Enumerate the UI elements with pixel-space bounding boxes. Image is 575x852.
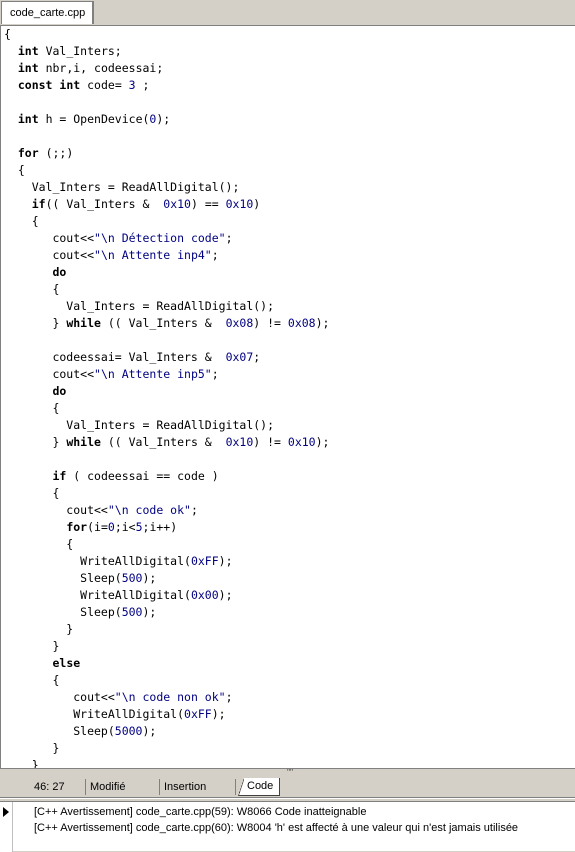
code-line[interactable]: for (;;)	[4, 145, 329, 162]
code-line[interactable]: ​	[4, 451, 329, 468]
code-line[interactable]: const int code= 3 ;	[4, 77, 329, 94]
code-line[interactable]: cout<<"\n Détection code";	[4, 230, 329, 247]
code-line[interactable]: {	[4, 536, 329, 553]
code-line[interactable]: Val_Inters = ReadAllDigital();	[4, 298, 329, 315]
status-bar: 46: 27 Modifié Insertion Code	[0, 777, 575, 798]
code-line[interactable]: int Val_Inters;	[4, 43, 329, 60]
code-line[interactable]: {	[4, 26, 329, 43]
code-line[interactable]: }	[4, 638, 329, 655]
tab-code-view[interactable]: Code	[238, 778, 281, 796]
code-line[interactable]: for(i=0;i<5;i++)	[4, 519, 329, 536]
code-line[interactable]: WriteAllDigital(0xFF);	[4, 706, 329, 723]
code-line[interactable]: codeessai= Val_Inters & 0x07;	[4, 349, 329, 366]
tab-separator	[92, 2, 93, 24]
code-line[interactable]: Sleep(500);	[4, 604, 329, 621]
code-line[interactable]: WriteAllDigital(0xFF);	[4, 553, 329, 570]
code-text[interactable]: { int Val_Inters; int nbr,i, codeessai; …	[4, 26, 329, 768]
code-line[interactable]: ​	[4, 332, 329, 349]
code-line[interactable]: {	[4, 281, 329, 298]
code-line[interactable]: {	[4, 213, 329, 230]
code-line[interactable]: WriteAllDigital(0x00);	[4, 587, 329, 604]
code-line[interactable]: int h = OpenDevice(0);	[4, 111, 329, 128]
code-line[interactable]: cout<<"\n code ok";	[4, 502, 329, 519]
code-line[interactable]: {	[4, 485, 329, 502]
code-line[interactable]: }	[4, 757, 329, 768]
tab-code-carte-cpp[interactable]: code_carte.cpp	[1, 1, 95, 24]
insert-mode-indicator: Insertion	[160, 779, 236, 795]
code-line[interactable]: do	[4, 383, 329, 400]
code-line[interactable]: {	[4, 162, 329, 179]
code-line[interactable]: ​	[4, 128, 329, 145]
message-item[interactable]: [C++ Avertissement] code_carte.cpp(59): …	[34, 805, 366, 819]
messages-gutter	[0, 802, 13, 852]
code-line[interactable]: Val_Inters = ReadAllDigital();	[4, 179, 329, 196]
code-line[interactable]: Val_Inters = ReadAllDigital();	[4, 417, 329, 434]
splitter-grip-icon[interactable]: ''''	[287, 769, 293, 777]
code-line[interactable]: } while (( Val_Inters & 0x10) != 0x10);	[4, 434, 329, 451]
code-line[interactable]: {	[4, 400, 329, 417]
code-line[interactable]: int nbr,i, codeessai;	[4, 60, 329, 77]
code-line[interactable]: Sleep(5000);	[4, 723, 329, 740]
code-line[interactable]: ​	[4, 94, 329, 111]
current-message-arrow-icon	[3, 807, 9, 817]
code-line[interactable]: cout<<"\n code non ok";	[4, 689, 329, 706]
code-editor[interactable]: { int Val_Inters; int nbr,i, codeessai; …	[0, 26, 575, 768]
code-line[interactable]: do	[4, 264, 329, 281]
cursor-position: 46: 27	[0, 779, 86, 795]
code-line[interactable]: cout<<"\n Attente inp5";	[4, 366, 329, 383]
code-line[interactable]: }	[4, 740, 329, 757]
code-line[interactable]: }	[4, 621, 329, 638]
editor-tab-bar: code_carte.cpp	[0, 0, 575, 26]
messages-pane[interactable]: [C++ Avertissement] code_carte.cpp(59): …	[0, 801, 575, 852]
code-line[interactable]: cout<<"\n Attente inp4";	[4, 247, 329, 264]
modified-indicator: Modifié	[86, 779, 160, 795]
message-item[interactable]: [C++ Avertissement] code_carte.cpp(60): …	[34, 821, 518, 835]
code-line[interactable]: Sleep(500);	[4, 570, 329, 587]
code-line[interactable]: if(( Val_Inters & 0x10) == 0x10)	[4, 196, 329, 213]
code-line[interactable]: else	[4, 655, 329, 672]
code-line[interactable]: } while (( Val_Inters & 0x08) != 0x08);	[4, 315, 329, 332]
code-line[interactable]: if ( codeessai == code )	[4, 468, 329, 485]
code-line[interactable]: {	[4, 672, 329, 689]
